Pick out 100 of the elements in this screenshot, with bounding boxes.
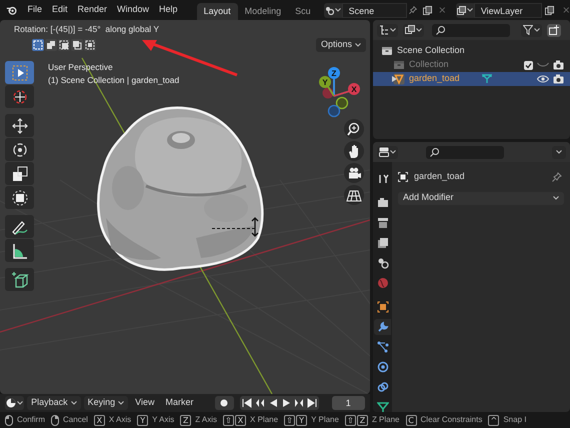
modifier-tab[interactable]: [374, 319, 391, 335]
move-tool-button[interactable]: [5, 114, 34, 137]
chevron-down-icon: [553, 196, 559, 200]
selection-mode-button[interactable]: [71, 39, 83, 51]
properties-icon: [379, 147, 389, 157]
chevron-down-icon: [334, 8, 341, 12]
search-field[interactable]: [426, 146, 504, 158]
physics-icon: [376, 361, 388, 373]
key-cap: ^: [488, 414, 500, 426]
data-tab[interactable]: [374, 399, 391, 412]
constraints-icon: [376, 381, 388, 393]
blender-logo-icon: [6, 4, 18, 16]
chevron-down-icon: [466, 8, 473, 12]
add-cube-icon: [10, 270, 30, 290]
chevron-down-icon: [390, 150, 396, 154]
display-mode-dropdown[interactable]: [377, 24, 398, 36]
expand-arrow-icon[interactable]: [392, 76, 397, 82]
view-layer-selector[interactable]: [456, 2, 474, 18]
close-icon: [563, 6, 570, 14]
outliner-item-label: garden_toad: [409, 72, 460, 86]
outliner-row[interactable]: garden_toad: [373, 72, 570, 86]
timeline-menu[interactable]: View: [131, 396, 158, 410]
prev-keyframe-icon[interactable]: [254, 398, 265, 408]
chevron-down-icon: [390, 28, 396, 32]
left-click-icon: [5, 414, 13, 426]
annotate-tool-button[interactable]: [5, 215, 34, 238]
selection-mode-button[interactable]: [58, 39, 70, 51]
menu-item[interactable]: Help: [154, 3, 183, 17]
collection-icon: [393, 59, 405, 71]
next-keyframe-icon[interactable]: [294, 398, 304, 408]
editor-type-dropdown[interactable]: [377, 146, 398, 158]
chevron-down-icon: [416, 28, 422, 32]
menu-item[interactable]: Render: [72, 3, 112, 17]
menu-item[interactable]: File: [22, 3, 47, 17]
view-dropdown[interactable]: [403, 24, 424, 36]
modifier-icon: [376, 321, 388, 333]
timeline-menu[interactable]: Playback: [27, 396, 81, 410]
menu-item[interactable]: Edit: [46, 3, 72, 17]
object-icon: [376, 301, 388, 313]
outliner-item-label: Scene Collection: [397, 44, 465, 58]
cursor-tool-button[interactable]: [5, 85, 34, 108]
transform-icon: [10, 188, 30, 208]
outliner-row[interactable]: Scene Collection: [373, 44, 570, 58]
hand-button[interactable]: [344, 141, 364, 161]
workspace-tab[interactable]: Layout: [196, 3, 238, 20]
rotate-tool-button[interactable]: [5, 138, 34, 161]
scene-selector[interactable]: [324, 2, 342, 18]
scene-field[interactable]: Scene: [342, 2, 408, 18]
select-box-tool-button[interactable]: [5, 61, 34, 84]
menu-item[interactable]: Window: [112, 3, 154, 17]
search-field[interactable]: [432, 24, 510, 36]
jump-end-icon[interactable]: [306, 398, 317, 408]
pin-icon[interactable]: [552, 172, 562, 182]
measure-tool-button[interactable]: [5, 239, 34, 262]
close-icon: [439, 6, 446, 14]
key-cap: X: [235, 414, 246, 426]
eye-icon[interactable]: [537, 74, 549, 84]
new-collection-button[interactable]: [547, 24, 561, 36]
clock-icon: [6, 398, 16, 408]
tool-icon: [376, 173, 388, 185]
selection-mode-button[interactable]: [84, 39, 96, 51]
new-collection-icon: [549, 25, 559, 35]
transform-tool-button[interactable]: [5, 186, 34, 209]
select-box-icon: [10, 62, 30, 82]
workspace-tab[interactable]: Modeling: [238, 3, 288, 20]
add-modifier-dropdown[interactable]: Add Modifier: [398, 192, 564, 204]
camera-button[interactable]: [344, 163, 364, 183]
jump-start-icon[interactable]: [242, 398, 252, 408]
scene-collection-icon: [381, 45, 393, 57]
play-reverse-icon[interactable]: [268, 398, 278, 408]
key-cap: ⇧: [284, 414, 296, 426]
grid-button[interactable]: [344, 185, 364, 205]
workspace-tab[interactable]: Scu: [288, 3, 318, 20]
timeline-menu[interactable]: Marker: [162, 396, 198, 410]
add-cube-tool-button[interactable]: [5, 268, 34, 291]
editor-type-button[interactable]: [5, 396, 24, 410]
key-cap: C: [406, 414, 417, 426]
zoom-button[interactable]: [344, 119, 364, 139]
status-hint-text: Z Plane: [372, 414, 400, 426]
scale-tool-button[interactable]: [5, 162, 34, 185]
key-cap: ⇧: [223, 414, 234, 426]
camera-icon[interactable]: [553, 74, 564, 84]
timeline-menu[interactable]: Keying: [84, 396, 128, 410]
current-frame-field[interactable]: 1: [332, 396, 365, 410]
data-icon: [376, 401, 388, 412]
status-hint-text: Confirm: [17, 414, 46, 426]
record-button[interactable]: [214, 396, 234, 410]
options-dropdown[interactable]: [552, 146, 566, 158]
play-icon[interactable]: [280, 398, 291, 408]
selection-mode-button[interactable]: [45, 39, 57, 51]
options-dropdown[interactable]: Options: [316, 38, 366, 52]
search-icon: [436, 26, 445, 34]
object-icon: [398, 172, 408, 182]
filter-dropdown[interactable]: [521, 24, 542, 36]
dashed-line: [212, 227, 256, 230]
render-icon: [376, 197, 388, 209]
status-hint-text: Snap I: [503, 414, 526, 426]
output-icon: [376, 217, 388, 229]
status-hint-text: X Axis: [108, 414, 132, 426]
view-layer-field[interactable]: ViewLayer: [474, 2, 542, 18]
